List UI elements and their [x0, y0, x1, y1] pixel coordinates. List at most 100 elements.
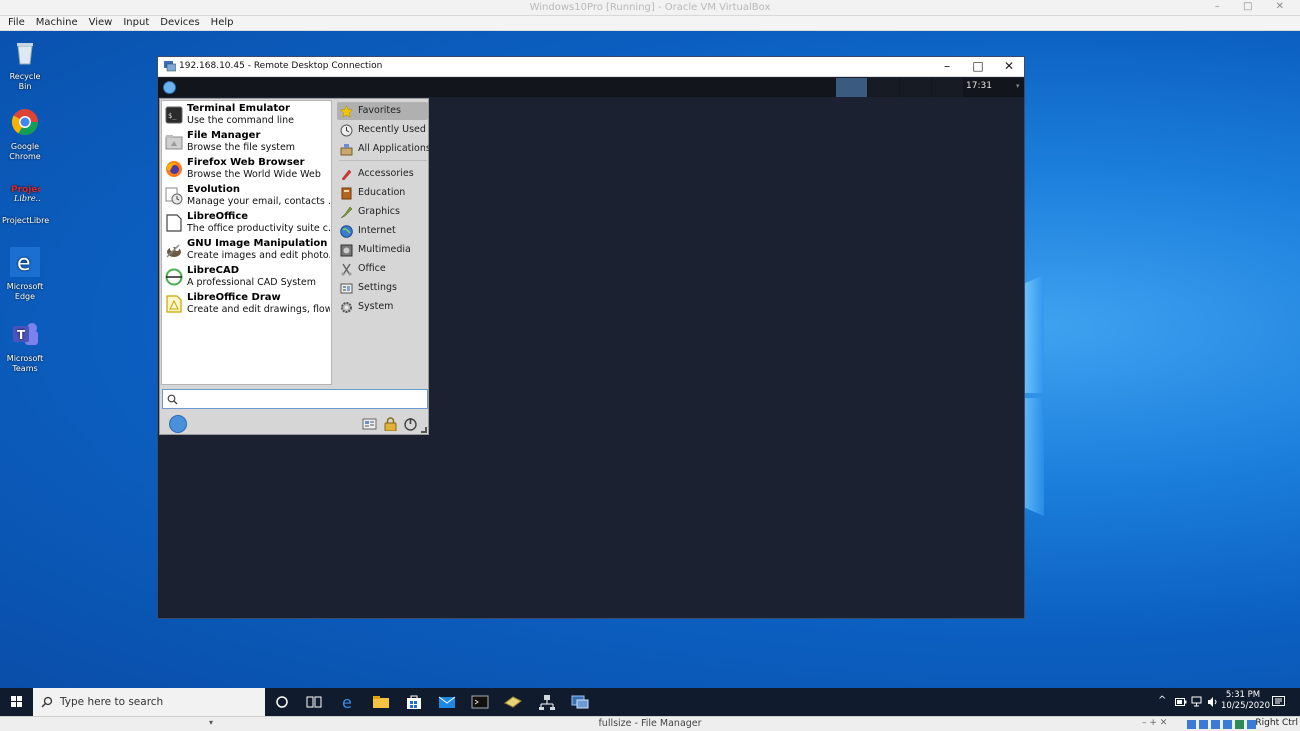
- taskbar-clock[interactable]: 5:31 PM 10/25/2020: [1221, 690, 1270, 712]
- desktop-icon-chrome[interactable]: Google Chrome: [2, 107, 48, 162]
- volume-icon[interactable]: [1207, 696, 1219, 708]
- lock-icon[interactable]: [383, 417, 398, 431]
- vbox-status-icons[interactable]: [1187, 719, 1259, 730]
- category-settings[interactable]: Settings: [337, 279, 428, 297]
- cortana-icon[interactable]: [272, 693, 292, 711]
- maximize-button[interactable]: □: [963, 59, 993, 73]
- terminal-icon[interactable]: [470, 693, 490, 711]
- multimedia-icon: [340, 244, 353, 257]
- desktop-icon-teams[interactable]: T Microsoft Teams: [2, 319, 48, 374]
- list-item[interactable]: LibreCAD A professional CAD System: [162, 264, 331, 291]
- power-icon[interactable]: [403, 417, 418, 431]
- list-item[interactable]: File Manager Browse the file system: [162, 129, 331, 156]
- workspace-4[interactable]: [932, 78, 963, 97]
- gimp-icon: [166, 244, 181, 258]
- list-item[interactable]: Evolution Manage your email, contacts ..…: [162, 183, 331, 210]
- favorites-list: $_ Terminal Emulator Use the command lin…: [161, 100, 332, 385]
- workspace-1[interactable]: [836, 78, 867, 97]
- menu-help[interactable]: Help: [211, 16, 234, 30]
- search-field[interactable]: [162, 389, 428, 409]
- show-hidden-icons-icon[interactable]: ^: [1158, 695, 1166, 706]
- edge-icon[interactable]: e: [338, 693, 358, 711]
- category-office[interactable]: Office: [337, 260, 428, 278]
- category-accessories[interactable]: Accessories: [337, 165, 428, 183]
- search-input[interactable]: [179, 392, 419, 407]
- category-system[interactable]: System: [337, 298, 428, 316]
- list-item[interactable]: LibreOffice The office productivity suit…: [162, 210, 331, 237]
- notes-app-icon[interactable]: [503, 693, 523, 711]
- workspace-2[interactable]: [868, 78, 899, 97]
- accessories-icon: [341, 169, 352, 181]
- menu-machine[interactable]: Machine: [36, 16, 78, 30]
- recycle-bin-icon: [17, 43, 33, 65]
- menu-devices[interactable]: Devices: [160, 16, 199, 30]
- workspace-3[interactable]: [900, 78, 931, 97]
- battery-icon[interactable]: [1175, 697, 1187, 707]
- whisker-menu: $_ Terminal Emulator Use the command lin…: [159, 98, 431, 435]
- svg-text:e: e: [17, 251, 31, 276]
- desktop-icon-projectlibre[interactable]: ProjectLibre.. ProjectLibre: [2, 181, 49, 226]
- file-explorer-icon[interactable]: [371, 693, 391, 711]
- settings-manager-icon[interactable]: [362, 417, 377, 431]
- education-icon: [341, 187, 352, 200]
- terminal-icon: $_: [165, 106, 183, 124]
- task-view-icon[interactable]: [304, 693, 324, 711]
- rdp-titlebar: 192.168.10.45 - Remote Desktop Connectio…: [158, 57, 1024, 77]
- remote-desktop-icon: [164, 61, 176, 72]
- projectlibre-icon: ProjectLibre..: [11, 185, 48, 203]
- firefox-icon: [166, 161, 182, 177]
- network-icon[interactable]: [1191, 696, 1203, 708]
- host-key-label: Right Ctrl: [1255, 718, 1298, 728]
- category-all-applications[interactable]: All Applications: [337, 140, 431, 158]
- minimize-button[interactable]: –: [932, 59, 962, 73]
- list-item[interactable]: LibreOffice Draw Create and edit drawing…: [162, 291, 331, 318]
- notifications-icon[interactable]: [1272, 696, 1285, 708]
- whisker-bottom-bar: [162, 413, 428, 435]
- category-graphics[interactable]: Graphics: [337, 203, 428, 221]
- category-favorites[interactable]: Favorites: [337, 102, 428, 120]
- store-icon[interactable]: [404, 693, 424, 711]
- category-internet[interactable]: Internet: [337, 222, 428, 240]
- taskbar-time: 5:31 PM: [1225, 690, 1261, 700]
- desktop-icon-recycle-bin[interactable]: Recycle Bin: [2, 37, 48, 92]
- rdp-window: 192.168.10.45 - Remote Desktop Connectio…: [157, 56, 1025, 619]
- wallpaper-window-pane: [1022, 275, 1044, 393]
- svg-text:$_: $_: [168, 112, 177, 120]
- file-manager-icon: [165, 135, 183, 150]
- taskbar-search-box[interactable]: Type here to search: [33, 688, 265, 716]
- panel-clock[interactable]: 17:31: [966, 81, 992, 91]
- wallpaper-window-pane: [1022, 398, 1044, 516]
- network-tool-icon[interactable]: [537, 693, 557, 711]
- resize-grip[interactable]: [421, 427, 427, 433]
- desktop-icon-edge[interactable]: e Microsoft Edge: [2, 247, 48, 302]
- category-recently-used[interactable]: Recently Used: [337, 121, 428, 139]
- windows-start-icon[interactable]: [0, 688, 33, 716]
- menu-view[interactable]: View: [89, 16, 113, 30]
- list-item[interactable]: GNU Image Manipulation ... Create images…: [162, 237, 331, 264]
- svg-text:Libre..: Libre..: [13, 194, 40, 203]
- system-icon: [341, 302, 352, 313]
- menu-file[interactable]: File: [8, 16, 25, 30]
- xfce-applications-menu-icon[interactable]: [163, 81, 176, 94]
- remote-desktop-icon[interactable]: [570, 693, 590, 711]
- menu-input[interactable]: Input: [123, 16, 149, 30]
- libreoffice-icon: [166, 214, 182, 232]
- vbox-window-controls[interactable]: – □ ✕: [1215, 1, 1294, 12]
- mail-icon[interactable]: [437, 693, 457, 711]
- search-icon: [41, 696, 53, 708]
- list-item[interactable]: $_ Terminal Emulator Use the command lin…: [162, 102, 331, 129]
- librecad-icon: [165, 268, 183, 286]
- list-item[interactable]: Firefox Web Browser Browse the World Wid…: [162, 156, 331, 183]
- category-multimedia[interactable]: Multimedia: [337, 241, 428, 259]
- desktop-icon-label: Microsoft Teams: [6, 354, 44, 373]
- close-button[interactable]: ✕: [994, 59, 1024, 73]
- category-education[interactable]: Education: [337, 184, 428, 202]
- taskbar-date: 10/25/2020: [1221, 701, 1270, 711]
- applications-icon: [340, 144, 353, 156]
- status-window-controls[interactable]: – + ✕: [1142, 718, 1167, 728]
- office-icon: [341, 263, 352, 276]
- panel-arrow-icon[interactable]: ▾: [1016, 82, 1020, 90]
- user-avatar-icon[interactable]: [169, 415, 187, 433]
- clock-icon: [340, 124, 353, 137]
- chrome-icon: [11, 109, 39, 136]
